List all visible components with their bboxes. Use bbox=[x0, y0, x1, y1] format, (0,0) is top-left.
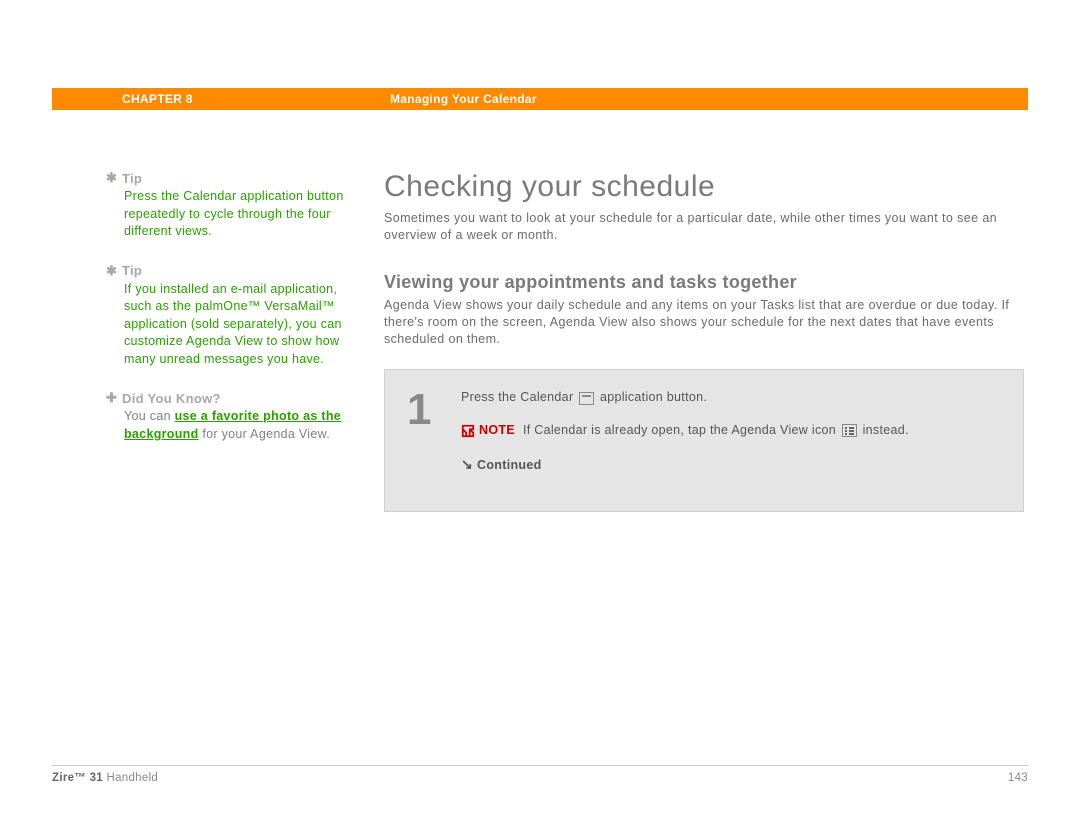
main-content: Checking your schedule Sometimes you wan… bbox=[384, 170, 1024, 512]
footer: Zire™ 31 Handheld 143 bbox=[52, 765, 1028, 784]
page-title: Checking your schedule bbox=[384, 170, 1024, 204]
tip-block: ✱ Tip Press the Calendar application but… bbox=[124, 170, 344, 241]
step-line: Press the Calendar application button. bbox=[461, 388, 1001, 407]
dyk-pre: You can bbox=[124, 409, 175, 423]
agenda-view-icon bbox=[842, 424, 857, 437]
tip-label: Tip bbox=[122, 171, 142, 186]
continued-arrow-icon: ↘ bbox=[461, 454, 473, 475]
asterisk-icon: ✱ bbox=[106, 170, 122, 186]
step-note: NOTEIf Calendar is already open, tap the… bbox=[461, 421, 1001, 440]
page-number: 143 bbox=[1008, 772, 1028, 784]
calendar-icon bbox=[579, 392, 594, 405]
section-paragraph: Agenda View shows your daily schedule an… bbox=[384, 297, 1024, 348]
tip-body: If you installed an e-mail application, … bbox=[124, 281, 344, 369]
asterisk-icon: ✱ bbox=[106, 263, 122, 279]
intro-paragraph: Sometimes you want to look at your sched… bbox=[384, 210, 1024, 244]
plus-icon: ✚ bbox=[106, 390, 122, 406]
dyk-label: Did You Know? bbox=[122, 391, 221, 406]
step-number: 1 bbox=[407, 388, 461, 489]
section-title: Managing Your Calendar bbox=[312, 92, 537, 106]
note-icon bbox=[461, 424, 475, 438]
chapter-label: CHAPTER 8 bbox=[52, 92, 312, 106]
tip-label: Tip bbox=[122, 263, 142, 278]
subheading: Viewing your appointments and tasks toge… bbox=[384, 272, 1024, 293]
note-label: NOTE bbox=[479, 423, 515, 437]
header-bar: CHAPTER 8 Managing Your Calendar bbox=[52, 88, 1028, 110]
dyk-body: You can use a favorite photo as the back… bbox=[124, 408, 344, 443]
product-name: Zire™ 31 Handheld bbox=[52, 772, 158, 784]
sidebar: ✱ Tip Press the Calendar application but… bbox=[124, 170, 344, 512]
tip-body: Press the Calendar application button re… bbox=[124, 188, 344, 241]
continued-label: ↘Continued bbox=[461, 454, 1001, 475]
step-body: Press the Calendar application button. N… bbox=[461, 388, 1001, 489]
did-you-know-block: ✚ Did You Know? You can use a favorite p… bbox=[124, 390, 344, 443]
dyk-post: for your Agenda View. bbox=[199, 427, 330, 441]
tip-block: ✱ Tip If you installed an e-mail applica… bbox=[124, 263, 344, 369]
step-box: 1 Press the Calendar application button.… bbox=[384, 369, 1024, 512]
